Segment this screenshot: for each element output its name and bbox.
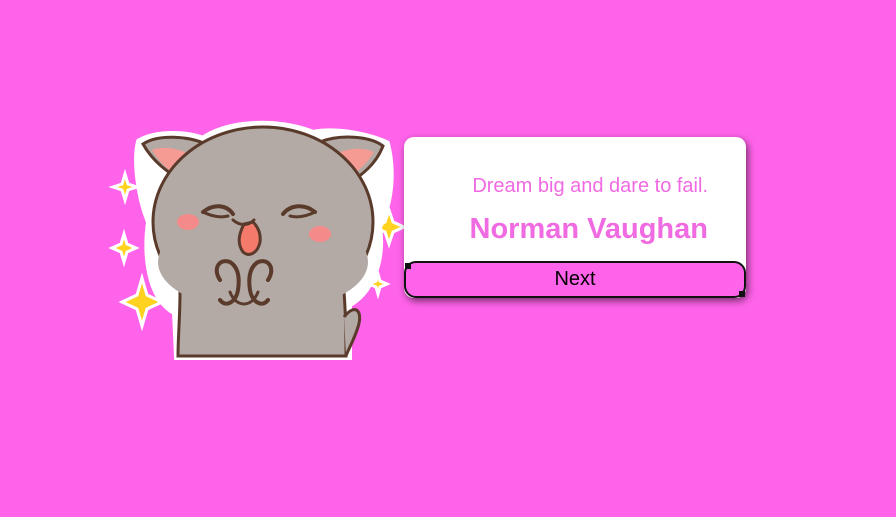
quote-text: Dream big and dare to fail.	[472, 175, 708, 197]
resize-handle-top-left	[405, 263, 411, 269]
quote-card: Dream big and dare to fail. Norman Vaugh…	[404, 137, 746, 298]
next-button[interactable]: Next	[404, 261, 746, 298]
resize-handle-bottom-right	[739, 291, 745, 297]
cat-sticker-icon	[108, 120, 408, 360]
quote-author: Norman Vaughan	[469, 213, 709, 245]
page: Dream big and dare to fail. Norman Vaugh…	[0, 0, 896, 517]
cat-body	[134, 120, 394, 360]
